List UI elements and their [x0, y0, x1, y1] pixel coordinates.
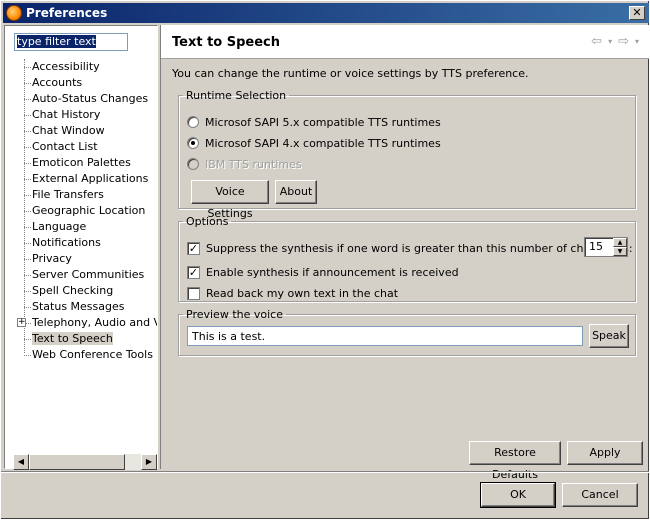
sidebar-item-label: Spell Checking [32, 284, 114, 297]
expand-icon[interactable]: + [17, 318, 26, 327]
close-button[interactable]: ✕ [629, 6, 645, 20]
sidebar-item[interactable]: + Telephony, Audio and Vid [5, 315, 157, 331]
ok-button[interactable]: OK [480, 482, 556, 508]
options-group: Options ✓ Suppress the synthesis if one … [178, 215, 636, 302]
preview-title: Preview the voice [186, 308, 283, 321]
readback-checkbox[interactable] [187, 286, 200, 300]
sidebar-item[interactable]: Status Messages [5, 299, 157, 315]
sidebar-item[interactable]: Geographic Location [5, 203, 157, 219]
runtime-option-sapi5[interactable]: Microsof SAPI 5.x compatible TTS runtime… [187, 114, 441, 130]
ibm-radio [187, 158, 199, 170]
sidebar-item[interactable]: Web Conference Tools [5, 347, 157, 363]
sidebar-item[interactable]: Server Communities [5, 267, 157, 283]
suppress-checkbox[interactable]: ✓ [187, 241, 200, 255]
horizontal-scrollbar[interactable]: ◀ ▶ [13, 454, 157, 470]
restore-defaults-button[interactable]: Restore Defaults [469, 441, 561, 481]
sidebar-item[interactable]: Auto-Status Changes [5, 91, 157, 107]
scroll-right-button[interactable]: ▶ [141, 454, 157, 470]
runtime-option-sapi4[interactable]: Microsof SAPI 4.x compatible TTS runtime… [187, 135, 441, 151]
announcement-option[interactable]: ✓ Enable synthesis if announcement is re… [187, 264, 459, 280]
back-arrow-icon[interactable]: ⇦ [591, 34, 602, 50]
voice-settings-button[interactable]: Voice Settings [191, 180, 269, 220]
preferences-tree: Accessibility Accounts Auto-Status Changes… [5, 59, 157, 363]
runtime-selection-title: Runtime Selection [186, 89, 287, 102]
history-navigation: ⇦ ▾ ⇨ ▾ [591, 34, 639, 50]
max-characters-spinner[interactable]: 15 ▲ ▼ [584, 237, 628, 257]
runtime-option-ibm: IBM TTS runtimes [187, 156, 302, 172]
sidebar-item[interactable]: Accounts [5, 75, 157, 91]
sidebar-item[interactable]: Privacy [5, 251, 157, 267]
cancel-button[interactable]: Cancel [562, 483, 638, 507]
max-characters-value: 15 [589, 240, 603, 253]
title-bar: Preferences ✕ [3, 3, 649, 23]
sapi4-label: Microsof SAPI 4.x compatible TTS runtime… [205, 136, 441, 150]
forward-arrow-icon[interactable]: ⇨ [618, 34, 629, 50]
sapi5-radio[interactable] [187, 116, 199, 128]
sidebar-item-label: Notifications [32, 236, 101, 249]
sidebar-item-label: Web Conference Tools [32, 348, 153, 361]
sidebar-item-label: Text to Speech [32, 332, 113, 345]
sidebar-item-label: Privacy [32, 252, 72, 265]
back-menu-icon[interactable]: ▾ [608, 34, 612, 50]
sidebar-item-label: External Applications [32, 172, 149, 185]
spin-up-icon[interactable]: ▲ [613, 238, 627, 247]
sidebar-item[interactable]: External Applications [5, 171, 157, 187]
app-icon [6, 5, 22, 21]
bottom-separator [1, 471, 649, 473]
forward-menu-icon[interactable]: ▾ [635, 34, 639, 50]
sidebar-item-label: Language [32, 220, 87, 233]
scroll-thumb[interactable] [29, 454, 125, 470]
sidebar-item-label: Accessibility [32, 60, 100, 73]
suppress-option[interactable]: ✓ Suppress the synthesis if one word is … [187, 240, 633, 256]
preview-text-field[interactable]: This is a test. [187, 326, 583, 346]
sidebar-item[interactable]: Notifications [5, 235, 157, 251]
filter-input[interactable]: type filter text [14, 33, 128, 51]
sidebar-item-label: Status Messages [32, 300, 125, 313]
preferences-window: Preferences ✕ type filter text Accessibi… [0, 0, 650, 520]
sidebar-item-label: Telephony, Audio and Vid [32, 316, 157, 329]
preferences-tree-pane: type filter text Accessibility Accounts Au… [4, 25, 158, 470]
page-title: Text to Speech [172, 35, 281, 50]
sapi4-radio[interactable] [187, 137, 199, 149]
filter-placeholder: type filter text [17, 35, 96, 48]
sidebar-item-label: Geographic Location [32, 204, 146, 217]
sidebar-item[interactable]: Text to Speech [5, 331, 157, 347]
preview-group: Preview the voice This is a test. Speak [178, 308, 636, 356]
sidebar-item-label: Server Communities [32, 268, 145, 281]
options-title: Options [186, 215, 229, 228]
about-button[interactable]: About [275, 180, 317, 204]
sidebar-item[interactable]: File Transfers [5, 187, 157, 203]
readback-option[interactable]: Read back my own text in the chat [187, 285, 398, 301]
suppress-label: Suppress the synthesis if one word is gr… [206, 241, 633, 255]
page-header: Text to Speech ⇦ ▾ ⇨ ▾ [161, 25, 649, 59]
sapi5-label: Microsof SAPI 5.x compatible TTS runtime… [205, 115, 441, 129]
sidebar-item-label: Chat Window [32, 124, 105, 137]
announcement-label: Enable synthesis if announcement is rece… [206, 265, 459, 279]
sidebar-item[interactable]: Accessibility [5, 59, 157, 75]
sidebar-item[interactable]: Chat History [5, 107, 157, 123]
readback-label: Read back my own text in the chat [206, 286, 399, 300]
sidebar-item[interactable]: Chat Window [5, 123, 157, 139]
sidebar-item[interactable]: Language [5, 219, 157, 235]
runtime-selection-group: Runtime Selection Microsof SAPI 5.x comp… [178, 89, 636, 220]
announcement-checkbox[interactable]: ✓ [187, 265, 200, 279]
window-title: Preferences [26, 6, 108, 20]
sidebar-item-label: Auto-Status Changes [32, 92, 149, 105]
settings-pane: Text to Speech ⇦ ▾ ⇨ ▾ You can change th… [160, 25, 649, 481]
scroll-left-button[interactable]: ◀ [13, 454, 29, 470]
sidebar-item[interactable]: Emoticon Palettes [5, 155, 157, 171]
speak-button[interactable]: Speak [589, 324, 629, 348]
sidebar-item[interactable]: Spell Checking [5, 283, 157, 299]
spin-down-icon[interactable]: ▼ [613, 247, 627, 256]
sidebar-item-label: Emoticon Palettes [32, 156, 131, 169]
page-description: You can change the runtime or voice sett… [172, 67, 529, 80]
sidebar-item[interactable]: Contact List [5, 139, 157, 155]
sidebar-item-label: File Transfers [32, 188, 104, 201]
sidebar-item-label: Contact List [32, 140, 98, 153]
ibm-label: IBM TTS runtimes [205, 157, 302, 171]
sidebar-item-label: Accounts [32, 76, 83, 89]
apply-button[interactable]: Apply [567, 441, 643, 465]
sidebar-item-label: Chat History [32, 108, 101, 121]
